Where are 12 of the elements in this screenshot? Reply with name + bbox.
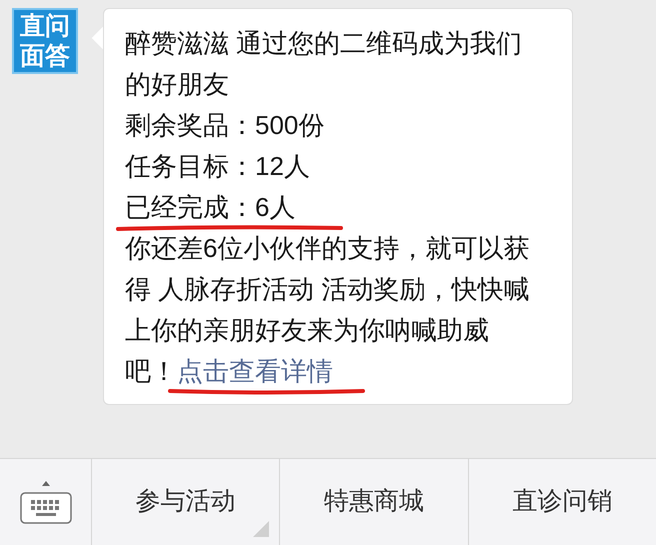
message-text: 已经完成：6人	[125, 192, 296, 222]
menu-button[interactable]: 特惠商城	[280, 459, 469, 545]
message-text: 任务目标：12人	[125, 151, 310, 181]
message-text: 剩余奖品：500份	[125, 110, 324, 140]
message-text: 醉赞滋滋 通过您的二维码成为我们的好朋友	[125, 28, 522, 99]
keyboard-icon	[20, 480, 72, 524]
menu-button[interactable]: 直诊问销	[468, 459, 656, 545]
avatar-logo: 直问 面答	[12, 8, 78, 74]
message-text: 你还差6位小伙伴的支持，就可以获得 人脉存折活动 活动奖励，快快喊上你的亲朋好友来为你呐喊助威吧！点击查看详情	[125, 228, 532, 392]
menu-button[interactable]: 参与活动	[92, 459, 280, 545]
submenu-corner-icon	[253, 521, 270, 537]
details-link[interactable]: 点击查看详情	[177, 356, 333, 386]
